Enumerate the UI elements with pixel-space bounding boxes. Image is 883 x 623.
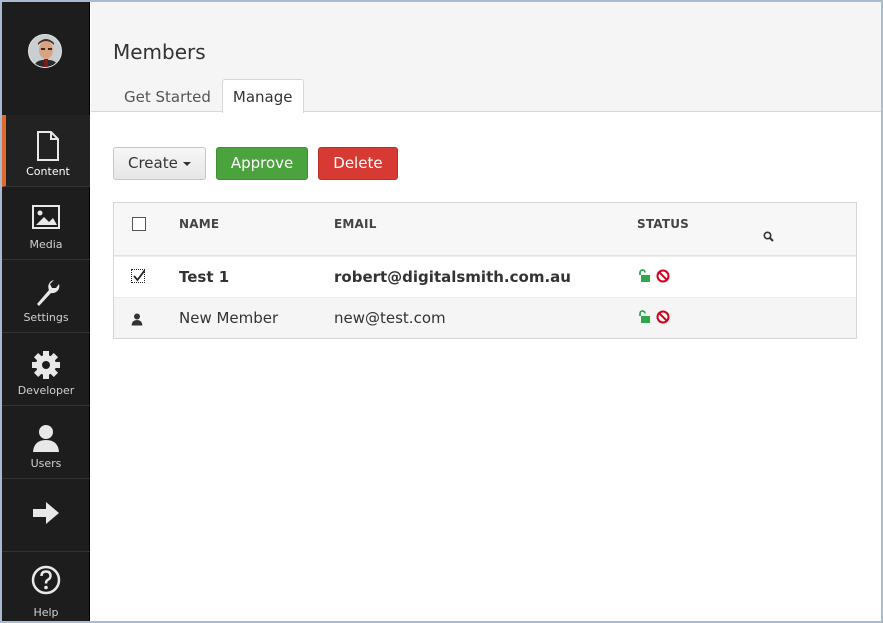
- table-header: NAME EMAIL STATUS: [114, 203, 856, 256]
- toolbar: Create Approve Delete: [113, 147, 398, 180]
- member-email: new@test.com: [334, 309, 446, 327]
- approve-button[interactable]: Approve: [215, 147, 309, 180]
- help-icon: [2, 565, 90, 595]
- create-button-label: Create: [128, 154, 178, 172]
- document-icon: [6, 131, 90, 161]
- caret-down-icon: [182, 161, 191, 166]
- table-body: Test 1 robert@digitalsmith.com.au New Me…: [114, 256, 856, 338]
- sidebar-item-help[interactable]: Help: [2, 553, 90, 621]
- sidebar: Content Media Settings Developer Users H…: [2, 2, 90, 621]
- unlocked-icon: [639, 269, 650, 282]
- table-row[interactable]: Test 1 robert@digitalsmith.com.au: [114, 256, 856, 297]
- blocked-icon: [656, 310, 670, 324]
- arrow-right-icon: [2, 500, 90, 530]
- app-window: Content Media Settings Developer Users H…: [0, 0, 883, 623]
- main-panel: Members Get Started Manage Create Approv…: [91, 2, 881, 621]
- user-icon: [2, 423, 90, 453]
- sidebar-item-users[interactable]: Users: [2, 407, 90, 479]
- status-icons: [637, 310, 670, 324]
- sidebar-item-label: Developer: [17, 384, 75, 397]
- sidebar-item-content[interactable]: Content: [2, 115, 90, 187]
- sidebar-item-label: Media: [29, 238, 63, 251]
- image-icon: [2, 204, 90, 234]
- select-all-checkbox[interactable]: [132, 217, 146, 231]
- unlocked-icon: [639, 310, 650, 323]
- column-header-name[interactable]: NAME: [179, 217, 219, 231]
- sidebar-item-label: Help: [33, 606, 59, 619]
- page-title: Members: [113, 40, 206, 64]
- sidebar-item-label: Content: [26, 165, 70, 178]
- tab-get-started[interactable]: Get Started: [113, 79, 222, 113]
- avatar[interactable]: [28, 34, 62, 68]
- create-button[interactable]: Create: [113, 147, 206, 180]
- sidebar-item-expand[interactable]: [2, 480, 90, 552]
- checkmark-icon: [133, 269, 146, 282]
- blocked-icon: [656, 269, 670, 283]
- tab-manage[interactable]: Manage: [221, 79, 304, 113]
- sidebar-item-label: Users: [30, 457, 62, 470]
- search-icon[interactable]: [763, 227, 774, 246]
- member-name[interactable]: Test 1: [179, 257, 229, 298]
- sidebar-item-label: Settings: [23, 311, 69, 324]
- wrench-icon: [2, 277, 90, 307]
- sidebar-item-settings[interactable]: Settings: [2, 261, 90, 333]
- row-checkbox[interactable]: [131, 269, 146, 283]
- column-header-email[interactable]: EMAIL: [334, 217, 377, 231]
- status-icons: [637, 269, 670, 283]
- sidebar-item-media[interactable]: Media: [2, 188, 90, 260]
- page-header: Members Get Started Manage: [91, 2, 881, 113]
- tab-bar: Get Started Manage: [113, 79, 304, 113]
- member-icon: [131, 311, 143, 330]
- table-row[interactable]: New Member new@test.com: [114, 297, 856, 338]
- sidebar-item-developer[interactable]: Developer: [2, 334, 90, 406]
- member-name[interactable]: New Member: [179, 298, 278, 339]
- column-header-status[interactable]: STATUS: [637, 217, 689, 231]
- gear-icon: [2, 350, 90, 380]
- member-email: robert@digitalsmith.com.au: [334, 268, 571, 286]
- members-table: NAME EMAIL STATUS Test 1 robert@digitals…: [113, 202, 857, 339]
- delete-button[interactable]: Delete: [318, 147, 398, 180]
